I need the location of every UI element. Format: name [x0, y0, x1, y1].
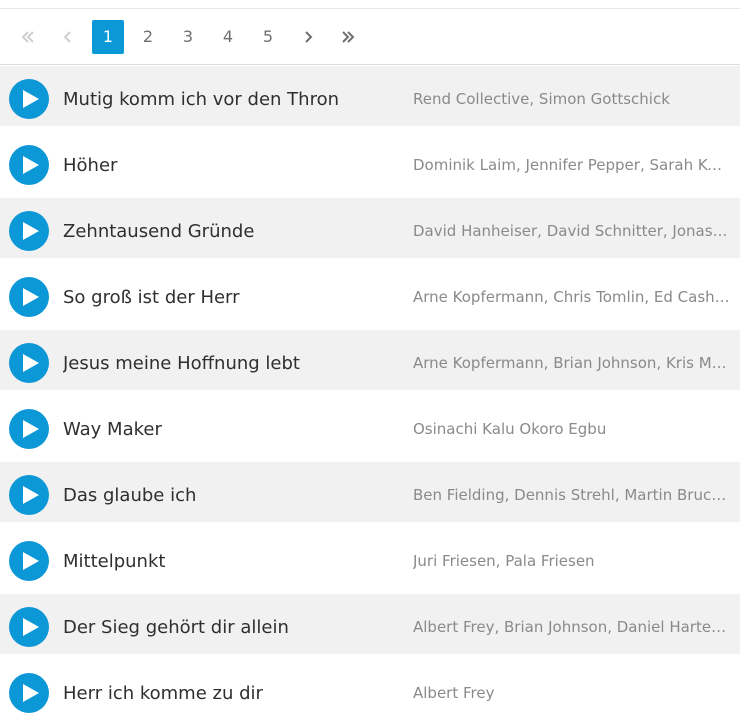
play-button[interactable]: [9, 541, 49, 581]
song-title[interactable]: Das glaube ich: [63, 485, 413, 506]
play-button[interactable]: [9, 211, 49, 251]
play-button[interactable]: [9, 277, 49, 317]
previous-page-button[interactable]: [48, 19, 88, 55]
song-title[interactable]: Mutig komm ich vor den Thron: [63, 89, 413, 110]
page-number: 3: [182, 27, 194, 46]
song-title[interactable]: So groß ist der Herr: [63, 287, 413, 308]
song-title[interactable]: Herr ich komme zu dir: [63, 683, 413, 704]
play-button[interactable]: [9, 343, 49, 383]
song-title[interactable]: Der Sieg gehört dir allein: [63, 617, 413, 638]
song-row[interactable]: Das glaube ich Ben Fielding, Dennis Stre…: [0, 462, 740, 528]
song-authors: David Hanheiser, David Schnitter, Jonas …: [413, 222, 731, 240]
play-button[interactable]: [9, 475, 49, 515]
song-row[interactable]: Der Sieg gehört dir allein Albert Frey, …: [0, 594, 740, 660]
song-authors: Arne Kopfermann, Chris Tomlin, Ed Cash, …: [413, 288, 731, 306]
song-row[interactable]: Jesus meine Hoffnung lebt Arne Kopferman…: [0, 330, 740, 396]
play-button[interactable]: [9, 673, 49, 713]
play-button[interactable]: [9, 145, 49, 185]
play-icon: [22, 222, 39, 240]
page-number: 2: [142, 27, 154, 46]
song-authors: Osinachi Kalu Okoro Egbu: [413, 420, 607, 438]
song-row[interactable]: Way Maker Osinachi Kalu Okoro Egbu: [0, 396, 740, 462]
play-icon: [22, 618, 39, 636]
play-icon: [22, 156, 39, 174]
play-button[interactable]: [9, 607, 49, 647]
page-button-2[interactable]: 2: [128, 19, 168, 55]
chevron-left-icon: [63, 30, 71, 43]
song-title[interactable]: Mittelpunkt: [63, 551, 413, 572]
song-title[interactable]: Zehntausend Gründe: [63, 221, 413, 242]
double-chevron-left-icon: [21, 30, 34, 43]
page-number: 4: [222, 27, 234, 46]
song-row[interactable]: Mutig komm ich vor den Thron Rend Collec…: [0, 66, 740, 132]
play-icon: [22, 552, 39, 570]
song-authors: Albert Frey, Brian Johnson, Daniel Harte…: [413, 618, 731, 636]
next-page-button[interactable]: [288, 19, 328, 55]
play-button[interactable]: [9, 79, 49, 119]
song-authors: Rend Collective, Simon Gottschick: [413, 90, 670, 108]
song-row[interactable]: Herr ich komme zu dir Albert Frey: [0, 660, 740, 726]
song-row[interactable]: Zehntausend Gründe David Hanheiser, Davi…: [0, 198, 740, 264]
song-authors: Albert Frey: [413, 684, 495, 702]
double-chevron-right-icon: [342, 30, 355, 43]
page-button-5[interactable]: 5: [248, 19, 288, 55]
play-icon: [22, 420, 39, 438]
song-row[interactable]: So groß ist der Herr Arne Kopfermann, Ch…: [0, 264, 740, 330]
play-icon: [22, 288, 39, 306]
first-page-button[interactable]: [8, 19, 48, 55]
page-button-1[interactable]: 1: [88, 19, 128, 55]
song-row[interactable]: Höher Dominik Laim, Jennifer Pepper, Sar…: [0, 132, 740, 198]
song-authors: Dominik Laim, Jennifer Pepper, Sarah Kei…: [413, 156, 731, 174]
play-icon: [22, 486, 39, 504]
last-page-button[interactable]: [328, 19, 368, 55]
play-icon: [22, 90, 39, 108]
play-button[interactable]: [9, 409, 49, 449]
page-number: 1: [92, 19, 124, 54]
song-authors: Juri Friesen, Pala Friesen: [413, 552, 595, 570]
pagination: 1 2 3 4 5: [0, 9, 740, 65]
song-authors: Arne Kopfermann, Brian Johnson, Kris Mad…: [413, 354, 731, 372]
chevron-right-icon: [305, 30, 313, 43]
song-authors: Ben Fielding, Dennis Strehl, Martin Bruc…: [413, 486, 731, 504]
song-list: Mutig komm ich vor den Thron Rend Collec…: [0, 66, 740, 726]
song-title[interactable]: Way Maker: [63, 419, 413, 440]
play-icon: [22, 354, 39, 372]
play-icon: [22, 684, 39, 702]
song-title[interactable]: Höher: [63, 155, 413, 176]
song-title[interactable]: Jesus meine Hoffnung lebt: [63, 353, 413, 374]
page-button-3[interactable]: 3: [168, 19, 208, 55]
page-button-4[interactable]: 4: [208, 19, 248, 55]
song-row[interactable]: Mittelpunkt Juri Friesen, Pala Friesen: [0, 528, 740, 594]
page-number: 5: [262, 27, 274, 46]
